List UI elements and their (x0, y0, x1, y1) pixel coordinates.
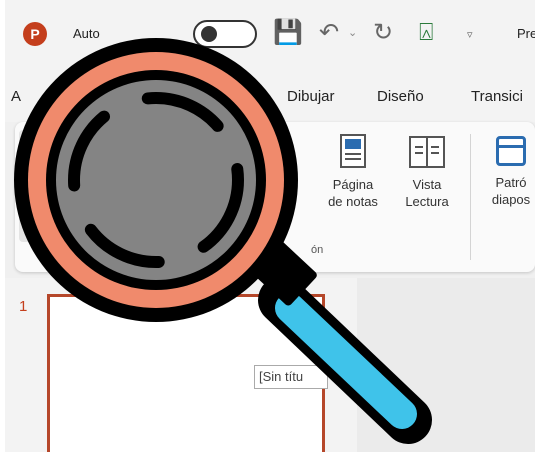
group-label-presentacion: ón (311, 244, 324, 256)
autosave-toggle[interactable] (193, 20, 257, 48)
notes-page-label-2: de notas (328, 194, 378, 209)
customize-qat-icon[interactable]: ▿ (467, 28, 473, 41)
undo-icon[interactable]: ↶ (319, 18, 339, 48)
slide-title-placeholder: [Sin títu (254, 365, 328, 389)
tab-insertar[interactable]: Inse (177, 88, 205, 105)
redo-icon[interactable]: ↻ (373, 18, 393, 48)
outline-view-label-2: Esquema (110, 194, 166, 209)
slide-master-label-2: diapos (491, 192, 531, 207)
outline-view-icon (119, 136, 157, 168)
group-separator (470, 134, 471, 260)
powerpoint-window: P Auto 💾 ↶ ⌄ ↻ ⍓ ▿ Pre A Inse Dibujar Di… (5, 0, 535, 452)
powerpoint-logo-icon: P (23, 22, 47, 46)
present-icon[interactable]: ⍓ (419, 18, 433, 48)
tab-archivo[interactable]: A (11, 88, 21, 105)
tab-dibujar[interactable]: Dibujar (287, 88, 335, 105)
slide-master-button[interactable]: Patró diapos (481, 130, 535, 208)
save-icon[interactable]: 💾 (273, 18, 303, 48)
normal-view-icon (63, 144, 97, 174)
reading-view-label-1: Vista (412, 177, 442, 192)
slide-thumbnail[interactable]: [Sin títu (47, 294, 328, 452)
normal-view-button[interactable]: ormal (19, 130, 101, 242)
outline-view-label-1: Vista (123, 177, 153, 192)
ribbon-tabs: A Inse Dibujar Diseño Transici (5, 78, 535, 122)
slide-sorter-label-1: Clasificado (199, 175, 263, 190)
toggle-knob (201, 26, 217, 42)
normal-view-label: ormal (47, 183, 80, 198)
slide-sorter-label-2: diaposit (208, 192, 254, 207)
reading-view-button[interactable]: Vista Lectura (395, 130, 459, 210)
slide-number: 1 (19, 298, 28, 315)
outline-view-button[interactable]: Vista Esquema (103, 130, 173, 210)
reading-view-label-2: Lectura (405, 194, 449, 209)
document-title: Pre (517, 26, 535, 41)
tab-diseno[interactable]: Diseño (377, 88, 424, 105)
slide-master-label-1: Patró (495, 175, 527, 190)
notes-page-icon (340, 134, 366, 168)
reading-view-icon (409, 136, 445, 168)
tab-transiciones[interactable]: Transici (471, 88, 523, 105)
undo-dropdown-icon[interactable]: ⌄ (348, 26, 357, 39)
slide-sorter-button[interactable]: Clasificado diaposit (183, 130, 279, 208)
slide-master-icon (496, 136, 526, 166)
notes-page-label-1: Página (332, 177, 374, 192)
title-bar: P Auto 💾 ↶ ⌄ ↻ ⍓ ▿ Pre (5, 0, 535, 78)
autosave-label: Auto (73, 26, 100, 41)
slide-area: 1 [Sin títu (5, 278, 535, 452)
slide-editor[interactable] (357, 278, 535, 452)
group-label-vistas: Vista (165, 244, 190, 256)
slide-sorter-icon (211, 136, 251, 166)
notes-page-button[interactable]: Página de notas (319, 130, 387, 210)
ribbon-view-panel: ormal Vista Esquema Clasificado diaposit… (15, 122, 535, 272)
